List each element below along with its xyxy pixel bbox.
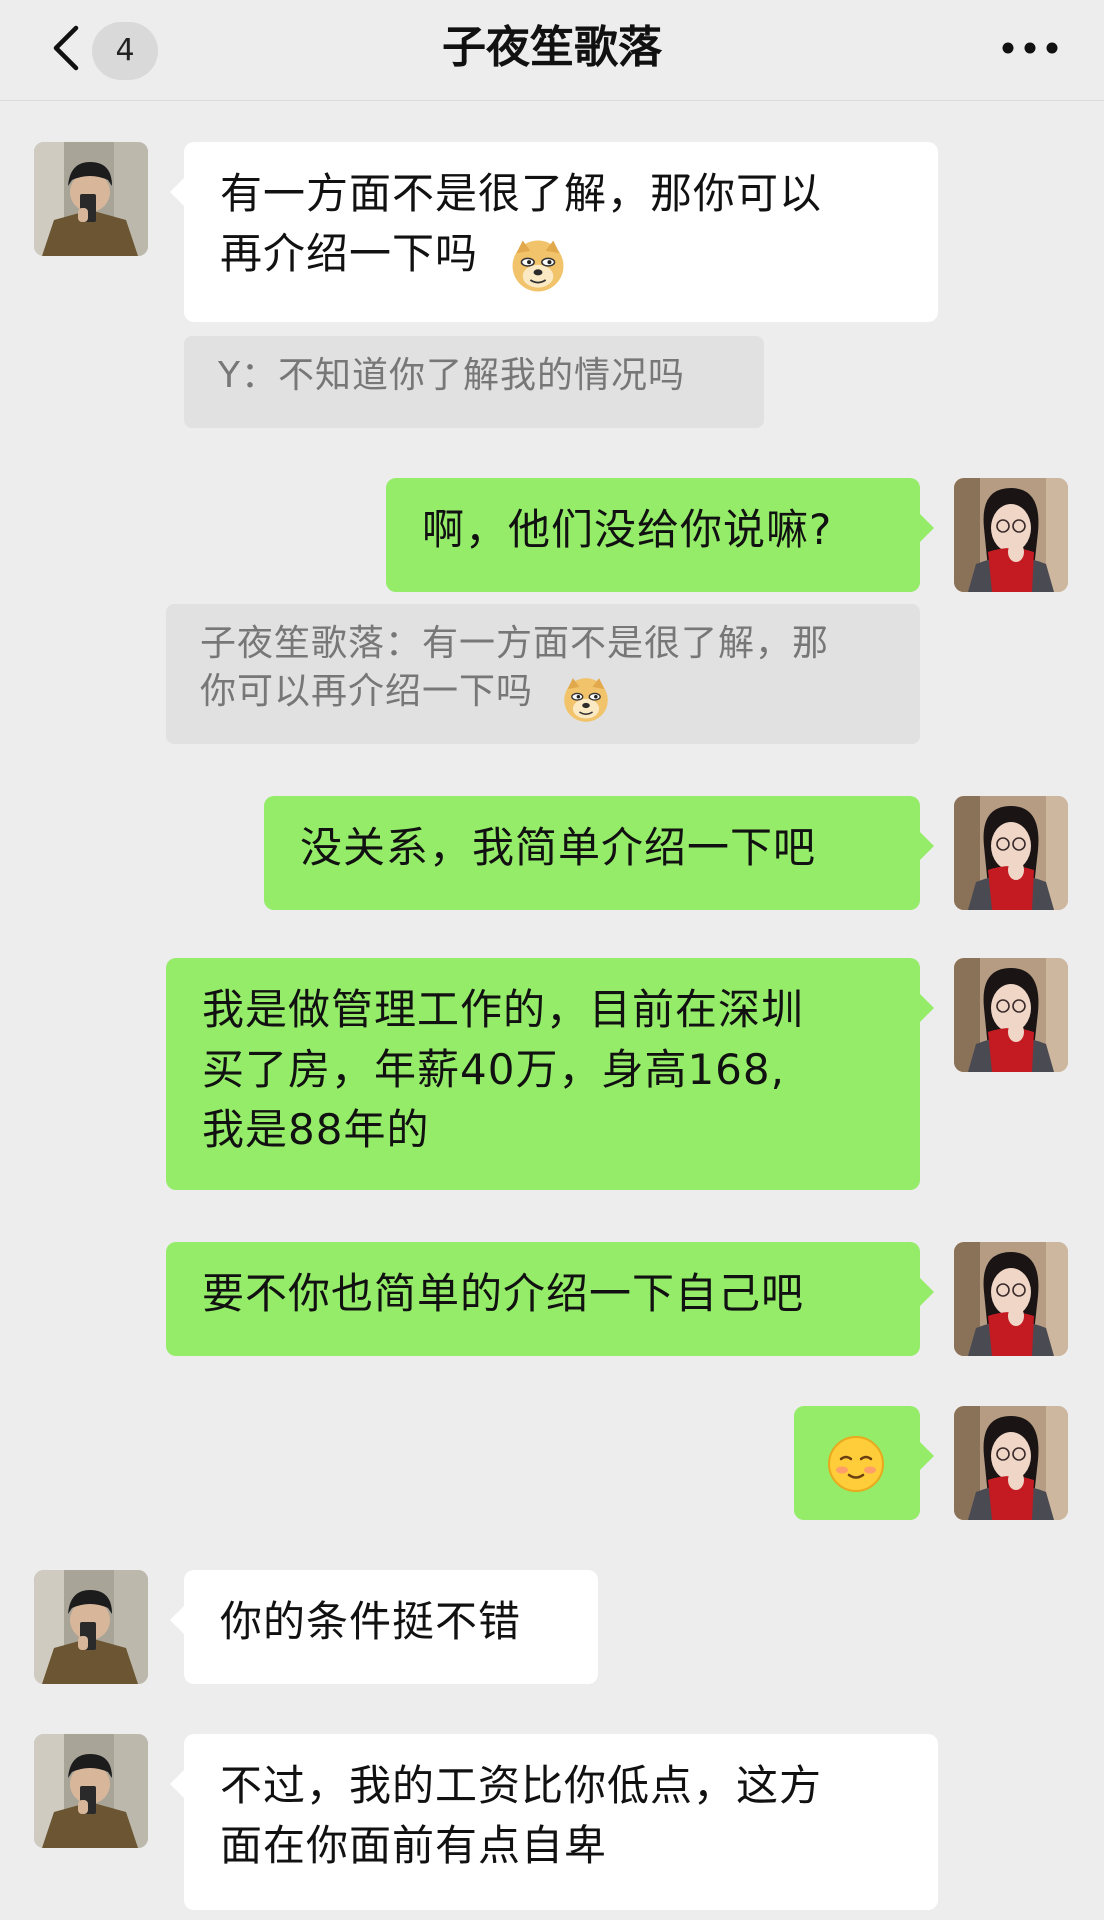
doge-emoji: [562, 676, 610, 724]
message-text: 你的条件挺不错: [220, 1597, 522, 1646]
message-text: 不过，我的工资比你低点，这方 面在你面前有点自卑: [220, 1761, 823, 1870]
message-text: 啊，他们没给你说嘛?: [422, 505, 833, 554]
outgoing-message[interactable]: 我是做管理工作的，目前在深圳 买了房，年薪40万，身高168, 我是88年的: [166, 958, 934, 1190]
message-text: 我是做管理工作的，目前在深圳 买了房，年薪40万，身高168, 我是88年的: [202, 985, 805, 1154]
outgoing-message[interactable]: 没关系，我简单介绍一下吧: [264, 796, 934, 910]
outgoing-message[interactable]: 啊，他们没给你说嘛?: [386, 478, 934, 592]
my-avatar[interactable]: [954, 796, 1068, 910]
outgoing-emoji-message[interactable]: [794, 1406, 934, 1520]
my-avatar[interactable]: [954, 958, 1068, 1072]
incoming-message[interactable]: 有一方面不是很了解，那你可以 再介绍一下吗: [170, 142, 938, 322]
message-text: 没关系，我简单介绍一下吧: [300, 823, 817, 872]
contact-avatar[interactable]: [34, 1570, 148, 1684]
more-dots-icon: [1002, 42, 1058, 54]
my-avatar[interactable]: [954, 1242, 1068, 1356]
incoming-message[interactable]: 你的条件挺不错: [170, 1570, 598, 1684]
incoming-message[interactable]: 不过，我的工资比你低点，这方 面在你面前有点自卑: [170, 1734, 938, 1910]
contact-avatar[interactable]: [34, 142, 148, 256]
contact-avatar[interactable]: [34, 1734, 148, 1848]
chat-header: 4 子夜笙歌落: [0, 0, 1104, 101]
unread-badge[interactable]: 4: [92, 22, 158, 80]
doge-emoji: [510, 238, 566, 294]
message-text: 要不你也简单的介绍一下自己吧: [202, 1269, 805, 1318]
more-button[interactable]: [996, 24, 1064, 72]
back-button[interactable]: [40, 20, 96, 76]
chat-title: 子夜笙歌落: [442, 22, 662, 73]
quoted-message[interactable]: 子夜笙歌落：有一方面不是很了解，那 你可以再介绍一下吗: [166, 604, 920, 744]
shy-smile-emoji: [827, 1435, 885, 1493]
my-avatar[interactable]: [954, 1406, 1068, 1520]
my-avatar[interactable]: [954, 478, 1068, 592]
quote-text: Y：不知道你了解我的情况吗: [218, 355, 685, 396]
outgoing-message[interactable]: 要不你也简单的介绍一下自己吧: [166, 1242, 934, 1356]
quote-text: 子夜笙歌落：有一方面不是很了解，那 你可以再介绍一下吗: [200, 623, 830, 712]
chevron-left-icon: [53, 25, 79, 71]
quoted-message[interactable]: Y：不知道你了解我的情况吗: [184, 336, 764, 428]
